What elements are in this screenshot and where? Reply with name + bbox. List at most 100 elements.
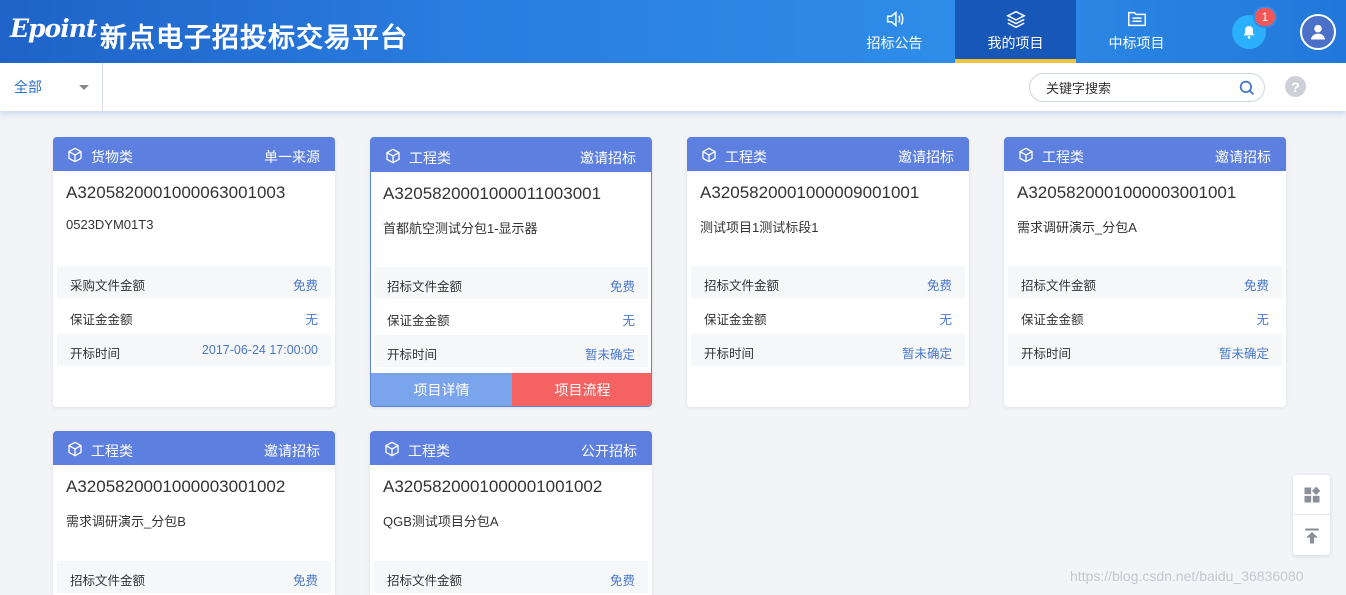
nav-item-my-projects[interactable]: 我的项目 [955,0,1076,63]
row-value: 免费 [292,279,318,293]
card-category: 工程类 [1042,149,1084,165]
bell-icon [1243,26,1255,39]
card-procurement-mode: 邀请招标 [898,149,954,165]
nav-item-announcements[interactable]: 招标公告 [834,0,955,63]
row-value: 免费 [292,574,318,588]
row-label: 保证金金额 [704,313,767,327]
row-value: 免费 [609,280,635,294]
project-card[interactable]: 工程类 邀请招标 A3205820001000003001002 需求调研演示_… [53,431,335,595]
nav-label: 我的项目 [987,35,1044,51]
chevron-down-icon [79,85,89,90]
user-icon [1310,24,1326,40]
row-value: 暂未确定 [584,348,635,362]
category-filter-select[interactable]: 全部 [0,63,103,111]
card-row: 招标文件金额 免费 [57,561,331,593]
apps-button[interactable] [1293,475,1330,515]
epoint-logo[interactable]: Epoint [10,14,97,43]
nav-item-won-projects[interactable]: 中标项目 [1076,0,1197,63]
card-row: 保证金金额 无 [691,300,965,332]
project-card[interactable]: 工程类 邀请招标 A3205820001000009001001 测试项目1测试… [687,137,969,407]
card-row: 招标文件金额 免费 [1008,266,1282,298]
cube-icon [68,441,82,457]
card-actions: 项目详情 项目流程 [371,373,651,406]
project-name: 需求调研演示_分包A [1017,220,1137,235]
cube-icon [68,147,82,163]
apps-icon [1304,486,1320,502]
project-name: 0523DYM01T3 [66,217,154,232]
project-code: A3205820001000011003001 [383,184,602,203]
top-header: Epoint 新点电子招投标交易平台 招标公告 我的项目 中标项目 1 [0,0,1346,63]
filter-value: 全部 [14,79,42,95]
project-card[interactable]: 工程类 邀请招标 A3205820001000011003001 首都航空测试分… [370,137,652,407]
row-label: 采购文件金额 [70,279,146,293]
card-row: 保证金金额 无 [1008,300,1282,332]
watermark-text: https://blog.csdn.net/baidu_36836080 [1070,568,1304,584]
project-card[interactable]: 货物类 单一来源 A3205820001000063001003 0523DYM… [53,137,335,407]
row-label: 开标时间 [1021,347,1072,361]
card-row: 招标文件金额 免费 [691,266,965,298]
cube-icon [386,148,400,164]
row-label: 开标时间 [387,348,438,362]
project-flow-button[interactable]: 项目流程 [512,373,651,406]
row-label: 招标文件金额 [387,280,463,294]
app-title: 新点电子招投标交易平台 [100,23,408,54]
card-header: 工程类 邀请招标 [53,431,335,465]
back-to-top-button[interactable] [1293,516,1330,556]
cube-icon [702,147,716,163]
card-procurement-mode: 单一来源 [264,149,320,165]
row-value: 无 [1256,313,1269,327]
search-icon[interactable] [1238,79,1256,97]
card-procurement-mode: 邀请招标 [264,443,320,459]
row-value: 免费 [926,279,952,293]
arrow-up-to-top-icon [1304,528,1319,544]
project-name: 需求调研演示_分包B [66,514,186,529]
row-value: 免费 [609,574,635,588]
row-label: 保证金金额 [387,314,450,328]
project-name: 测试项目1测试标段1 [700,220,819,235]
card-header: 工程类 邀请招标 [1004,137,1286,171]
card-header: 工程类 邀请招标 [687,137,969,171]
row-label: 保证金金额 [70,313,133,327]
card-category: 工程类 [91,443,133,459]
card-procurement-mode: 邀请招标 [580,150,636,166]
project-code: A3205820001000003001002 [66,477,286,496]
project-name: QGB测试项目分包A [383,514,499,529]
main-nav: 招标公告 我的项目 中标项目 [834,0,1197,63]
card-row: 招标文件金额 免费 [374,561,648,593]
help-button[interactable]: ? [1285,76,1306,97]
project-code: A3205820001000063001003 [66,183,286,202]
nav-label: 招标公告 [866,35,923,51]
row-label: 开标时间 [70,347,121,361]
row-value: 暂未确定 [901,347,952,361]
project-code: A3205820001000009001001 [700,183,920,202]
project-detail-button[interactable]: 项目详情 [371,373,512,406]
search-input[interactable] [1046,79,1226,97]
card-header: 工程类 邀请招标 [371,138,651,172]
project-card[interactable]: 工程类 邀请招标 A3205820001000003001001 需求调研演示_… [1004,137,1286,407]
project-card[interactable]: 工程类 公开招标 A3205820001000001001002 QGB测试项目… [370,431,652,595]
card-procurement-mode: 邀请招标 [1215,149,1271,165]
row-label: 保证金金额 [1021,313,1084,327]
floating-toolbar [1293,475,1330,555]
row-value: 免费 [1243,279,1269,293]
search-box [1029,73,1265,102]
speaker-icon [886,11,903,27]
card-header: 货物类 单一来源 [53,137,335,171]
project-code: A3205820001000003001001 [1017,183,1237,202]
card-category: 工程类 [408,443,450,459]
row-value: 无 [305,313,318,327]
card-row: 采购文件金额 免费 [57,266,331,298]
card-row: 保证金金额 无 [57,300,331,332]
nav-label: 中标项目 [1108,35,1165,51]
row-label: 招标文件金额 [1021,279,1097,293]
row-value: 无 [622,314,635,328]
notification-badge: 1 [1253,6,1277,28]
card-category: 工程类 [725,149,767,165]
layers-icon [1005,10,1026,29]
user-avatar[interactable] [1300,14,1336,50]
row-value: 暂未确定 [1218,347,1269,361]
card-row: 保证金金额 无 [374,301,648,333]
project-name: 首都航空测试分包1-显示器 [383,221,538,236]
row-label: 开标时间 [704,347,755,361]
folder-icon [1127,11,1146,27]
